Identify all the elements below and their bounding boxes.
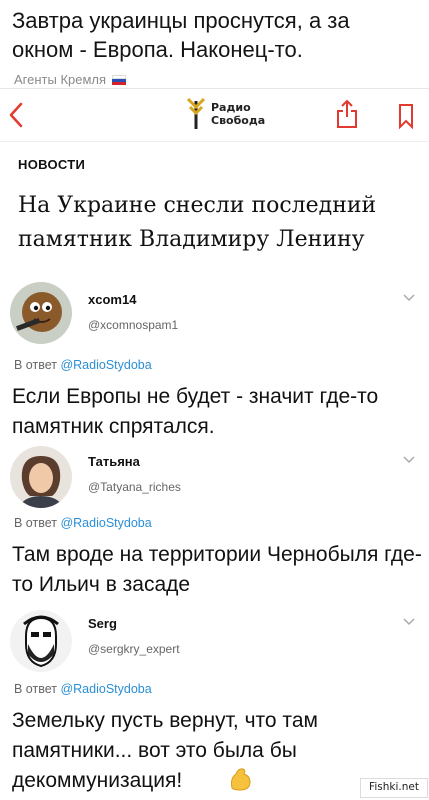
back-chevron-icon[interactable] [6,101,26,129]
flexed-biceps-emoji-icon [231,768,251,791]
reply-to-line: В ответ @RadioStydoba [14,358,152,372]
reply-to-mention[interactable]: @RadioStydoba [60,358,151,372]
reply-text: Там вроде на территории Чернобыля где-то… [12,543,422,596]
reply-to-label: В ответ [14,358,57,372]
chevron-down-icon[interactable] [403,294,415,302]
avatar[interactable] [10,446,72,508]
logo-line1: Радио [211,101,251,114]
logo-line2: Свобода [211,114,266,127]
reply-to-line: В ответ @RadioStydoba [14,682,152,696]
woman-avatar-icon [10,446,72,508]
reply-user-name[interactable]: xcom14 [88,292,136,307]
bookmark-icon[interactable] [398,103,414,129]
chevron-down-icon[interactable] [403,618,415,626]
avatar[interactable] [10,610,72,672]
source-label: Агенты Кремля [14,72,107,87]
reply-to-mention[interactable]: @RadioStydoba [60,516,151,530]
reply-to-mention[interactable]: @RadioStydoba [60,682,151,696]
reply-user-handle[interactable]: @sergkry_expert [88,642,180,656]
russian-flag-icon [112,75,127,85]
article-card[interactable]: Радио Свобода НОВОСТИ На Украине снесли … [0,88,429,275]
reply-text: Если Европы не будет - значит где-то пам… [12,385,379,438]
reply-user-name[interactable]: Serg [88,616,117,631]
bearded-man-avatar-icon [10,610,72,672]
reply-to-label: В ответ [14,682,57,696]
source-line: Агенты Кремля [14,72,127,87]
article-headline[interactable]: На Украине снесли последний памятник Вла… [18,189,418,257]
reply-user-name[interactable]: Татьяна [88,454,140,469]
share-icon[interactable] [335,99,359,129]
post-title: Завтра украинцы проснутся, а за окном - … [12,8,350,62]
reply-user-handle[interactable]: @Tatyana_riches [88,480,181,494]
article-toolbar: Радио Свобода [0,89,429,142]
reply-to-label: В ответ [14,516,57,530]
reply-user-handle[interactable]: @xcomnospam1 [88,318,178,332]
cookie-avatar-icon [10,282,72,344]
avatar[interactable] [10,282,72,344]
chevron-down-icon[interactable] [403,456,415,464]
reply-text: Земельку пусть вернут, что там памятники… [12,709,318,792]
logo-mark-icon [186,97,206,129]
radio-svoboda-logo[interactable]: Радио Свобода [185,95,265,133]
reply-to-line: В ответ @RadioStydoba [14,516,152,530]
article-section-label: НОВОСТИ [18,157,86,172]
watermark: Fishki.net [360,778,428,798]
